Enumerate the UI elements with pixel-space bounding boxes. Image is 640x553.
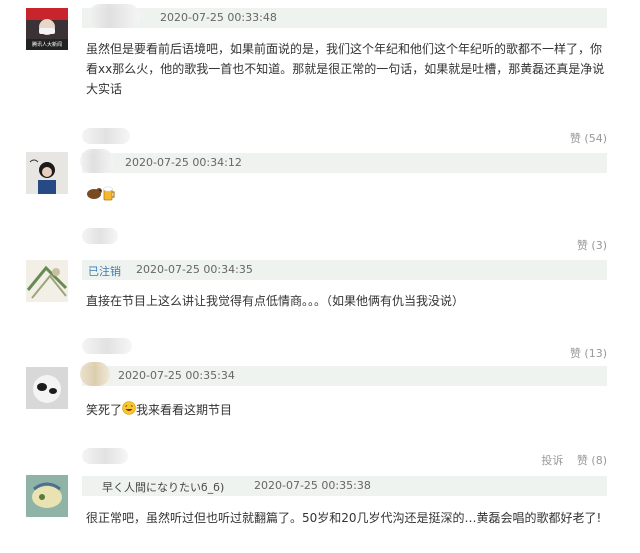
comment-text-part2: 我来看看这期节目	[136, 403, 233, 417]
comment-2: 2020-07-25 00:34:12 赞 (3)	[0, 149, 640, 260]
comment-time: 2020-07-25 00:34:35	[136, 263, 253, 276]
comment-3: 已注销 2020-07-25 00:34:35 直接在节目上这么讲让我觉得有点低…	[0, 260, 640, 365]
avatar[interactable]	[26, 475, 68, 517]
username-blurred[interactable]	[80, 362, 110, 386]
comment-actions: 投诉 赞 (8)	[531, 452, 607, 468]
comment-time: 2020-07-25 00:34:12	[125, 156, 242, 169]
comment-5: 早く人間になりたいϭ_ϭ) 2020-07-25 00:35:38 很正常吧，虽…	[0, 470, 640, 553]
like-count: (54)	[584, 132, 607, 145]
comment-actions: 赞 (54)	[560, 130, 607, 146]
avatar-image	[26, 475, 68, 517]
comment-meta: 2020-07-25 00:34:12	[80, 149, 607, 173]
like-label: 赞	[576, 239, 588, 252]
reply-blurred	[82, 338, 132, 354]
like-label: 赞	[576, 454, 588, 467]
beer-icon	[102, 185, 116, 207]
like-button[interactable]: 赞 (13)	[570, 347, 607, 360]
comment-text	[86, 185, 610, 207]
comment-4: 2020-07-25 00:35:34 笑死了 我来看看这期节目 投诉 赞 (8…	[0, 362, 640, 470]
comment-meta: 早く人間になりたいϭ_ϭ) 2020-07-25 00:35:38	[82, 476, 607, 496]
reply-blurred	[82, 128, 130, 144]
comment-meta: 2020-07-25 00:33:48	[82, 4, 607, 28]
avatar[interactable]	[26, 152, 68, 194]
avatar-image	[26, 152, 68, 194]
comment-actions: 赞 (3)	[567, 237, 607, 253]
comment-time: 2020-07-25 00:35:34	[118, 369, 235, 382]
like-button[interactable]: 赞 (54)	[570, 132, 607, 145]
comment-text-part1: 笑死了	[86, 403, 123, 417]
like-label: 赞	[569, 132, 581, 145]
like-count: (3)	[591, 239, 607, 252]
avatar-caption: 腾讯人大新闻	[31, 42, 62, 48]
reply-blurred	[82, 228, 118, 244]
comment-text: 笑死了 我来看看这期节目	[86, 400, 610, 421]
username[interactable]: 已注销	[88, 263, 121, 279]
username-blurred[interactable]	[88, 4, 140, 28]
avatar-image	[26, 367, 68, 409]
comment-actions: 赞 (13)	[560, 345, 607, 361]
bear-icon	[86, 186, 102, 206]
username-blurred[interactable]	[80, 149, 114, 173]
avatar[interactable]	[26, 260, 68, 302]
comment-time: 2020-07-25 00:35:38	[254, 479, 371, 492]
comment-text: 直接在节目上这么讲让我觉得有点低情商。。。（如果他俩有仇当我没说）	[86, 294, 465, 308]
username[interactable]: 早く人間になりたいϭ_ϭ)	[102, 479, 224, 495]
avatar[interactable]	[26, 367, 68, 409]
like-label: 赞	[569, 347, 581, 360]
comment-time: 2020-07-25 00:33:48	[160, 11, 277, 24]
like-count: (8)	[591, 454, 607, 467]
avatar[interactable]: 腾讯人大新闻	[26, 8, 68, 50]
like-count: (13)	[584, 347, 607, 360]
like-button[interactable]: 赞 (8)	[577, 454, 607, 467]
avatar-image	[26, 260, 68, 302]
comment-text: 虽然但是要看前后语境吧，如果前面说的是，我们这个年纪和他们这个年纪听的歌都不一样…	[86, 42, 605, 96]
comment-1: 腾讯人大新闻 2020-07-25 00:33:48 虽然但是要看前后语境吧，如…	[0, 0, 640, 150]
reply-blurred	[82, 448, 128, 464]
like-button[interactable]: 赞 (3)	[577, 239, 607, 252]
comment-meta: 已注销 2020-07-25 00:34:35	[82, 260, 607, 280]
comment-text: 很正常吧，虽然听过但也听过就翻篇了。50岁和20几岁代沟还是挺深的…黄磊会唱的歌…	[86, 511, 602, 525]
report-button[interactable]: 投诉	[541, 454, 563, 467]
laughing-face-icon	[122, 400, 136, 421]
comment-meta: 2020-07-25 00:35:34	[80, 362, 607, 386]
